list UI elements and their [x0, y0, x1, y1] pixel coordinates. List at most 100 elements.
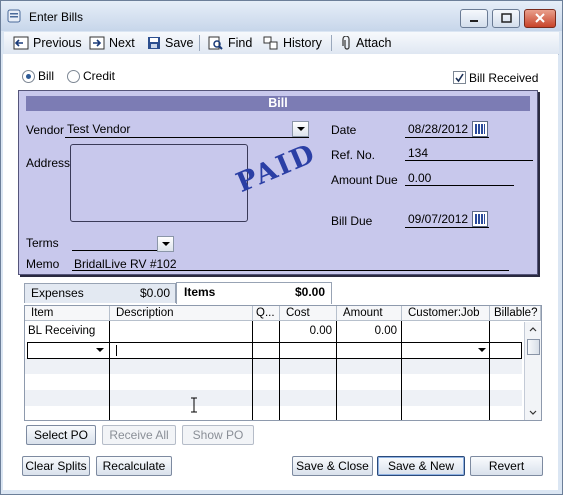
- date-field[interactable]: 08/28/2012: [408, 122, 468, 136]
- history-icon: [263, 36, 278, 50]
- scroll-thumb[interactable]: [527, 339, 540, 355]
- save-new-button[interactable]: Save & New: [377, 456, 465, 476]
- scroll-up-icon: [529, 327, 537, 332]
- grid-row-band: [25, 390, 522, 406]
- terms-label: Terms: [26, 236, 59, 250]
- col-header-qty[interactable]: Q...: [253, 306, 280, 321]
- recalculate-button[interactable]: Recalculate: [96, 456, 172, 476]
- bill-radio-label: Bill: [38, 69, 55, 83]
- text-cursor: [116, 345, 117, 356]
- toolbar-separator: [331, 35, 332, 51]
- previous-label: Previous: [33, 36, 82, 50]
- items-grid: Item Description Q... Cost Amount Custom…: [24, 305, 542, 421]
- col-header-billable[interactable]: Billable?: [490, 306, 541, 321]
- amount-due-field[interactable]: 0.00: [408, 171, 431, 185]
- bill-due-calendar-icon[interactable]: [472, 211, 488, 227]
- minimize-button[interactable]: [460, 9, 488, 28]
- ref-no-label: Ref. No.: [331, 148, 376, 162]
- select-po-button[interactable]: Select PO: [26, 425, 96, 445]
- next-icon: [89, 36, 105, 50]
- ref-no-underline: [405, 160, 533, 161]
- app-icon: [7, 9, 21, 23]
- col-header-amount[interactable]: Amount: [337, 306, 402, 321]
- vendor-dropdown-button[interactable]: [292, 121, 309, 137]
- terms-dropdown-button[interactable]: [157, 236, 174, 252]
- show-po-button[interactable]: Show PO: [182, 425, 254, 445]
- bill-received-label: Bill Received: [469, 71, 539, 85]
- tab-items-amount: $0.00: [294, 285, 325, 299]
- maximize-icon: [501, 13, 512, 23]
- tab-expenses-amount: $0.00: [139, 286, 170, 300]
- next-label: Next: [109, 36, 135, 50]
- ibeam-cursor-icon: [191, 397, 197, 413]
- revert-button[interactable]: Revert: [470, 456, 543, 476]
- checkmark-icon: [455, 73, 464, 83]
- save-button[interactable]: Save: [147, 35, 194, 51]
- amount-due-underline: [405, 185, 514, 186]
- bill-due-underline: [405, 227, 489, 228]
- bill-due-label: Bill Due: [331, 214, 373, 228]
- window-title: Enter Bills: [29, 10, 84, 24]
- col-header-customer-job[interactable]: Customer:Job: [402, 306, 490, 321]
- address-label: Address: [26, 156, 71, 170]
- credit-radio-label: Credit: [83, 69, 116, 83]
- previous-icon: [13, 36, 29, 50]
- grid-column-divider: [489, 321, 490, 420]
- save-icon: [148, 37, 160, 49]
- grid-column-divider: [279, 321, 280, 420]
- vendor-label: Vendor: [26, 123, 65, 137]
- amount-due-label: Amount Due: [331, 173, 398, 187]
- credit-radio[interactable]: [67, 70, 80, 83]
- find-button[interactable]: Find: [208, 35, 252, 51]
- history-button[interactable]: History: [263, 35, 322, 51]
- paperclip-icon: [342, 36, 350, 50]
- grid-column-divider: [252, 321, 253, 420]
- grid-column-divider: [401, 321, 402, 420]
- vendor-underline: [65, 137, 309, 138]
- find-label: Find: [228, 36, 253, 50]
- previous-button[interactable]: Previous: [13, 35, 82, 51]
- tab-items-label: Items: [184, 285, 216, 299]
- next-button[interactable]: Next: [89, 35, 135, 51]
- ref-no-field[interactable]: 134: [408, 146, 428, 160]
- col-header-description[interactable]: Description: [110, 306, 253, 321]
- maximize-button[interactable]: [492, 9, 520, 28]
- grid-scrollbar[interactable]: [524, 322, 541, 420]
- toolbar-separator: [199, 35, 200, 51]
- save-label: Save: [165, 36, 194, 50]
- bill-radio[interactable]: [22, 70, 35, 83]
- save-close-button[interactable]: Save & Close: [292, 456, 373, 476]
- close-icon: [535, 13, 545, 23]
- memo-label: Memo: [26, 257, 60, 271]
- memo-field[interactable]: BridalLive RV #102: [74, 257, 177, 271]
- attach-button[interactable]: Attach: [342, 35, 391, 51]
- row-item[interactable]: BL Receiving: [28, 325, 95, 337]
- item-dropdown-button[interactable]: [92, 343, 106, 355]
- address-box[interactable]: [70, 144, 248, 222]
- receive-all-button[interactable]: Receive All: [102, 425, 176, 445]
- history-label: History: [283, 36, 322, 50]
- close-button[interactable]: [524, 9, 556, 28]
- grid-column-divider: [336, 321, 337, 420]
- active-edit-row[interactable]: [27, 342, 522, 359]
- row-amount[interactable]: 0.00: [340, 325, 397, 337]
- tab-items[interactable]: Items $0.00: [176, 282, 332, 304]
- memo-underline: [72, 270, 509, 271]
- title-bar[interactable]: Enter Bills: [1, 1, 562, 31]
- col-header-item[interactable]: Item: [25, 306, 110, 321]
- vendor-field[interactable]: Test Vendor: [67, 122, 130, 136]
- clear-splits-button[interactable]: Clear Splits: [22, 456, 90, 476]
- bill-received-checkbox[interactable]: [453, 71, 466, 84]
- bill-header: Bill: [26, 96, 530, 111]
- col-header-cost[interactable]: Cost: [280, 306, 337, 321]
- bill-due-field[interactable]: 09/07/2012: [408, 212, 468, 226]
- date-underline: [405, 137, 489, 138]
- tab-expenses[interactable]: Expenses $0.00: [24, 283, 176, 303]
- grid-row-band: [25, 358, 522, 374]
- date-label: Date: [331, 123, 357, 137]
- tab-expenses-label: Expenses: [31, 286, 84, 300]
- minimize-icon: [470, 20, 478, 22]
- row-cost[interactable]: 0.00: [283, 325, 332, 337]
- date-calendar-icon[interactable]: [472, 121, 488, 137]
- customer-dropdown-button[interactable]: [474, 343, 488, 355]
